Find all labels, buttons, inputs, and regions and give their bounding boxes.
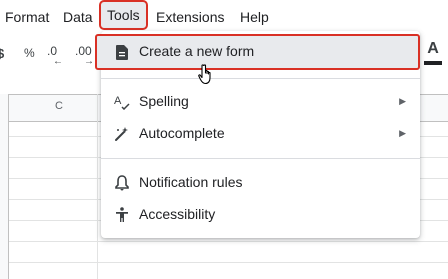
menu-item-label: Notification rules bbox=[139, 174, 243, 190]
text-color-button[interactable]: A bbox=[424, 40, 442, 58]
menu-item-label: Spelling bbox=[139, 93, 189, 109]
accessibility-icon bbox=[113, 207, 131, 223]
menu-item-label: Accessibility bbox=[139, 206, 216, 222]
arrow-right-icon: → bbox=[84, 56, 94, 67]
menu-bar: Format Data Tools Extensions Help bbox=[0, 0, 448, 34]
svg-text:A: A bbox=[114, 95, 122, 107]
column-header-c[interactable]: C bbox=[55, 100, 63, 112]
menu-divider bbox=[101, 158, 420, 159]
menu-item-label: Autocomplete bbox=[139, 125, 225, 141]
menu-item-create-form[interactable]: Create a new form bbox=[95, 34, 420, 70]
hand-pointer-icon bbox=[196, 63, 214, 90]
percent-format-button[interactable]: % bbox=[24, 46, 35, 60]
column-separator[interactable] bbox=[97, 94, 98, 279]
form-icon bbox=[113, 44, 131, 60]
menu-help[interactable]: Help bbox=[240, 6, 269, 28]
spellcheck-icon: A bbox=[113, 94, 131, 110]
menu-item-label: Create a new form bbox=[139, 43, 255, 59]
submenu-arrow-icon: ▶ bbox=[399, 128, 406, 138]
text-color-swatch bbox=[424, 61, 442, 65]
magic-wand-icon bbox=[113, 126, 131, 142]
currency-format-button[interactable]: $ bbox=[0, 46, 4, 61]
menu-divider bbox=[101, 78, 420, 79]
tools-menu-dropdown: Create a new form A Spelling ▶ Autocompl… bbox=[95, 31, 420, 238]
menu-data[interactable]: Data bbox=[63, 6, 93, 28]
submenu-arrow-icon: ▶ bbox=[399, 96, 406, 106]
arrow-left-icon: ← bbox=[53, 56, 63, 67]
menu-item-spelling[interactable]: A Spelling ▶ bbox=[101, 86, 420, 118]
menu-item-accessibility[interactable]: Accessibility bbox=[101, 199, 420, 231]
menu-item-notification-rules[interactable]: Notification rules bbox=[101, 167, 420, 199]
menu-item-autocomplete[interactable]: Autocomplete ▶ bbox=[101, 118, 420, 150]
menu-extensions[interactable]: Extensions bbox=[156, 6, 224, 28]
menu-format[interactable]: Format bbox=[5, 6, 49, 28]
menu-tools[interactable]: Tools bbox=[99, 0, 148, 30]
bell-icon bbox=[113, 175, 131, 191]
row-header-column bbox=[0, 94, 9, 279]
